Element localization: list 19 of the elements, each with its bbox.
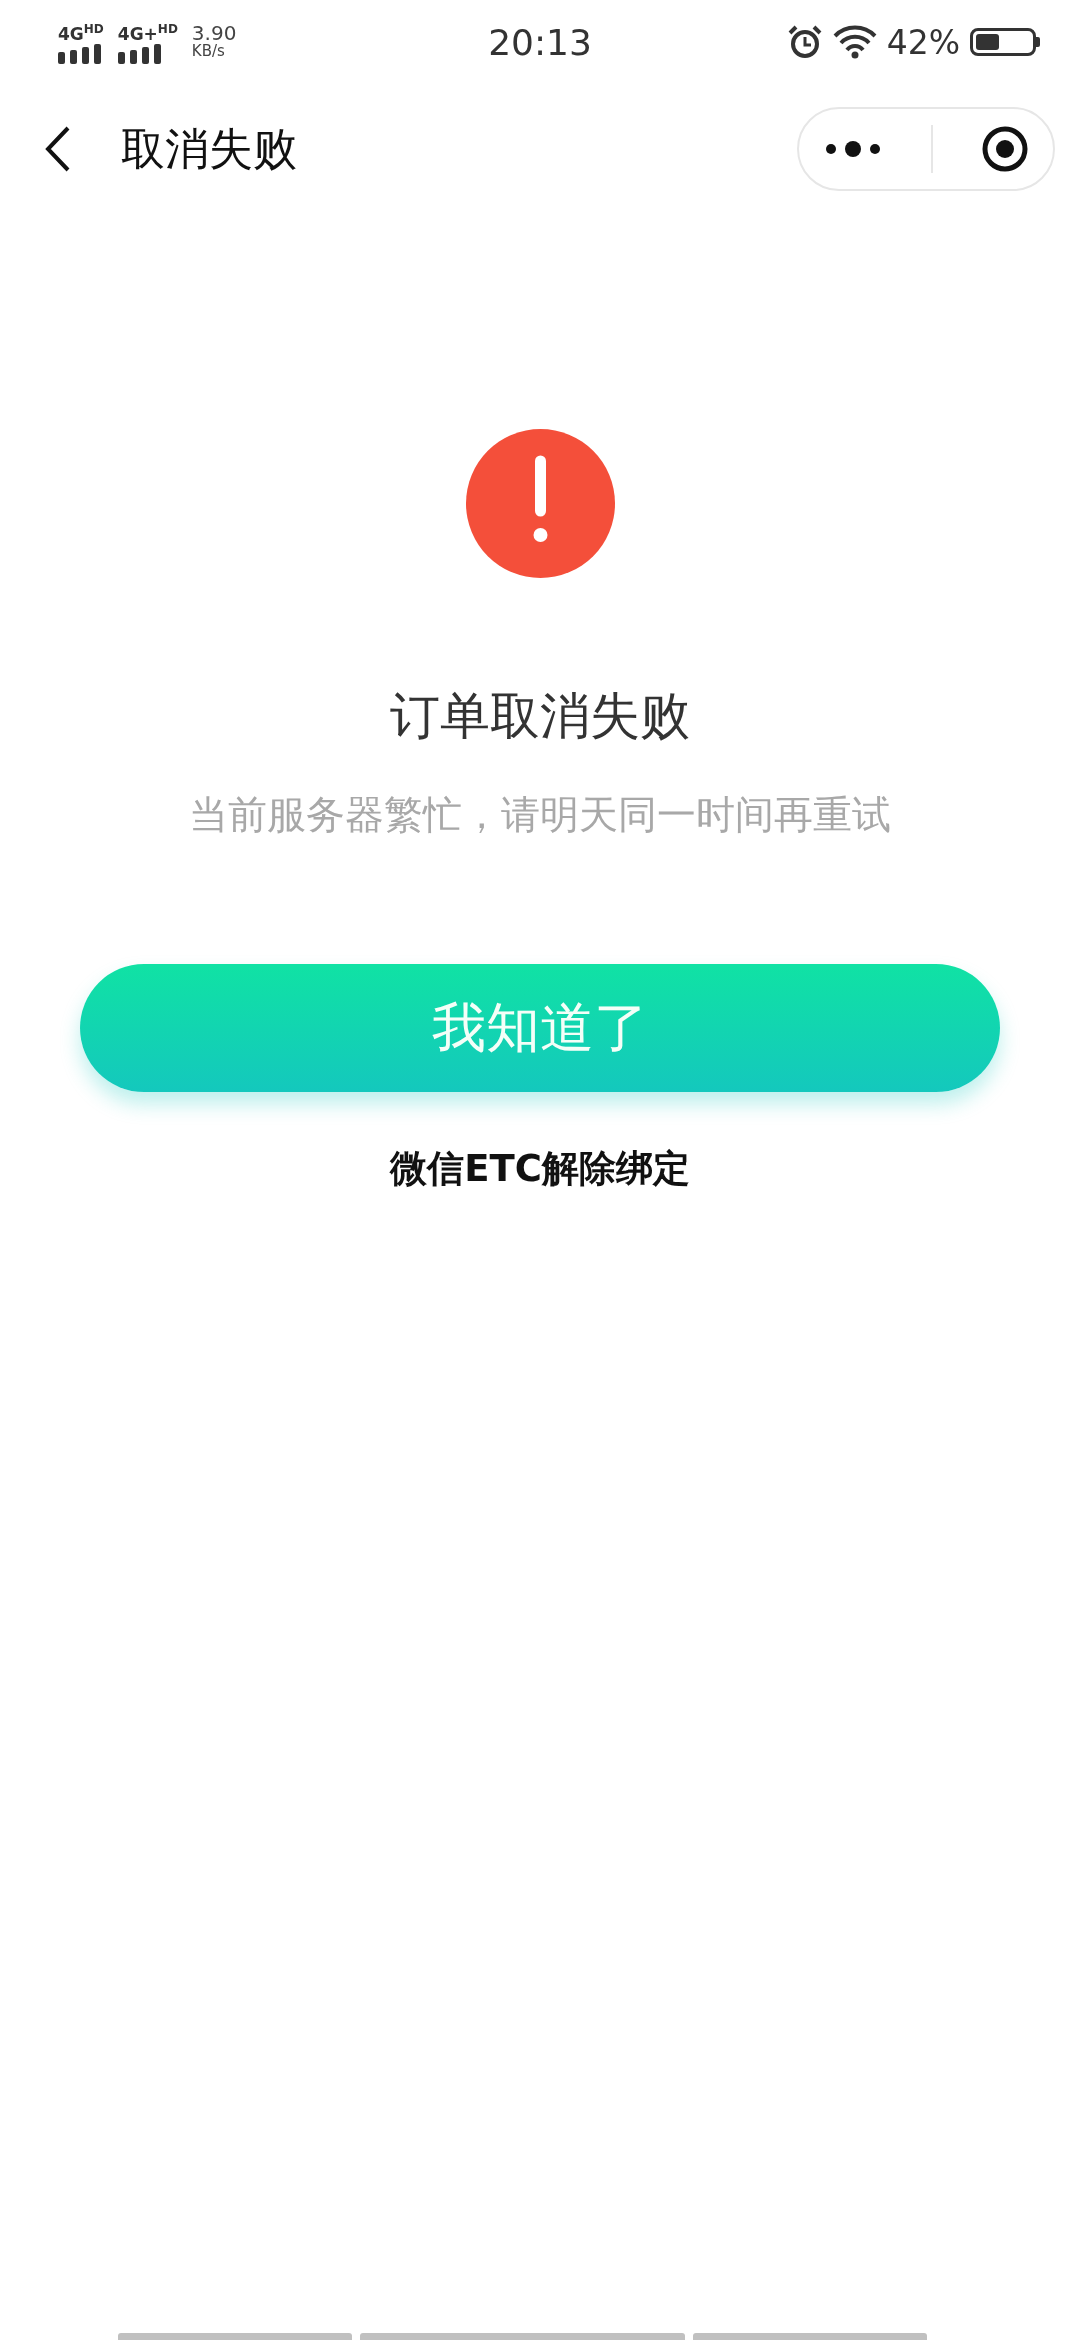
warning-icon [465,429,615,578]
network-label: 4G+$^{HD}$ [117,20,178,43]
wifi-icon [832,25,877,59]
unbind-link[interactable]: 微信ETC解除绑定 [390,1144,690,1194]
battery-percent: 42% [886,22,960,62]
close-icon[interactable] [981,125,1029,173]
signal-icon [58,44,102,65]
alarm-icon [786,24,823,60]
page-title: 取消失败 [121,121,297,176]
speed-value: 3.90 [191,24,237,42]
clock-time: 20:13 [488,21,592,63]
signal-icon [117,44,162,65]
speed-unit: KB/s [191,42,226,60]
result-title: 订单取消失败 [390,686,690,747]
back-icon[interactable] [45,126,71,172]
battery-icon [970,28,1040,56]
more-icon[interactable] [823,141,883,157]
result-message: 当前服务器繁忙，请明天同一时间再重试 [189,791,891,839]
network-label: 4G$^{HD}$ [58,20,104,43]
